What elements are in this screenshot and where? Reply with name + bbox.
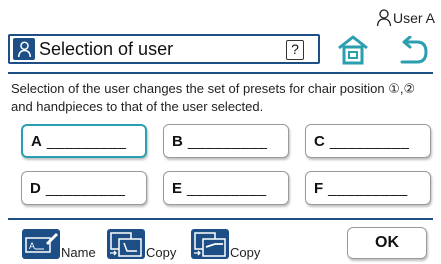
user-name-blank: _________ [46, 132, 127, 150]
copy-handpiece-button[interactable]: Copy [191, 229, 260, 259]
edit-name-icon: A [22, 229, 60, 259]
home-button[interactable] [336, 34, 370, 66]
copy-handpiece-icon [191, 229, 229, 259]
user-button-c[interactable]: C _________ [305, 124, 431, 158]
user-letter: A [31, 132, 42, 150]
user-letter: B [172, 132, 183, 150]
back-button[interactable] [397, 35, 429, 66]
page-title: Selection of user [39, 38, 174, 59]
user-name-blank: _________ [45, 179, 126, 197]
help-button[interactable]: ? [286, 40, 304, 60]
user-name-blank: _________ [187, 132, 268, 150]
current-user-indicator: User A [376, 8, 435, 28]
copy-chair-button[interactable]: Copy [107, 229, 176, 259]
header-divider [8, 72, 433, 74]
name-tool-label: Name [61, 245, 96, 260]
home-icon [338, 35, 368, 65]
current-user-label: User A [392, 10, 435, 26]
copy-handpiece-label: Copy [230, 245, 261, 260]
user-name-blank: _________ [328, 179, 408, 197]
user-button-b[interactable]: B _________ [163, 124, 289, 158]
user-selection-icon [13, 38, 35, 60]
user-letter: D [30, 179, 41, 197]
user-button-a[interactable]: A _________ [21, 124, 147, 158]
title-bar: Selection of user ? [8, 34, 320, 64]
copy-chair-label: Copy [146, 245, 177, 260]
name-tool-button[interactable]: A Name [22, 229, 96, 259]
user-letter: E [172, 179, 183, 197]
user-name-blank: _________ [187, 179, 267, 197]
description-text: Selection of the user changes the set of… [11, 81, 416, 114]
back-arrow-icon [400, 35, 428, 64]
svg-text:A: A [29, 241, 35, 251]
copy-chair-icon [107, 229, 145, 259]
user-button-f[interactable]: F _________ [305, 171, 431, 205]
user-letter: C [314, 132, 325, 150]
footer-divider [8, 218, 433, 220]
person-outline-icon [376, 9, 392, 27]
ok-button[interactable]: OK [347, 227, 427, 259]
user-name-blank: _________ [329, 132, 410, 150]
user-button-e[interactable]: E _________ [163, 171, 289, 205]
user-button-d[interactable]: D _________ [21, 171, 147, 205]
user-letter: F [314, 179, 324, 197]
